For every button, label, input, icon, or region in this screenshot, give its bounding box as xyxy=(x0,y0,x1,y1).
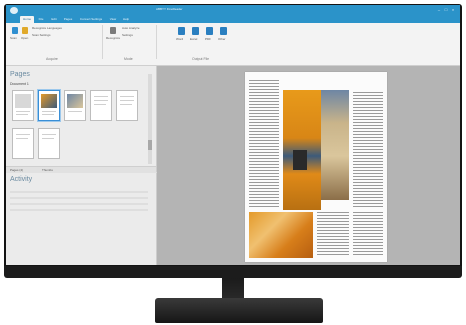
thumbnail-text-line xyxy=(42,111,56,112)
activity-panel: Activity xyxy=(6,173,157,265)
open-folder-icon[interactable] xyxy=(22,27,28,34)
thumbnail-text-line xyxy=(42,114,54,115)
thumbnail-text-line xyxy=(42,138,54,139)
scrollbar-thumb[interactable] xyxy=(148,140,152,150)
scan-icon[interactable] xyxy=(12,27,18,34)
title-bar: ABBYY FineReader – □ × xyxy=(6,5,460,15)
tab-file[interactable]: File xyxy=(35,16,47,23)
activity-row xyxy=(10,209,148,211)
page-photo-bedroom xyxy=(249,212,313,258)
output-pdf-button[interactable]: PDF xyxy=(205,37,211,41)
page-thumbnail[interactable] xyxy=(12,90,34,121)
app-logo-icon xyxy=(10,7,18,14)
open-button[interactable]: Open xyxy=(21,36,28,40)
output-excel-button[interactable]: Excel xyxy=(190,37,197,41)
pages-panel-title: Pages xyxy=(10,71,30,78)
document-label[interactable]: Document 1 xyxy=(10,82,29,86)
page-thumbnail[interactable] xyxy=(116,90,138,121)
monitor-stand-neck xyxy=(222,278,244,300)
ribbon: Scan Open Recognize Languages Scan Setti… xyxy=(6,23,460,66)
recognize-icon[interactable] xyxy=(110,27,116,34)
auto-analyze-button[interactable]: Auto Analyze xyxy=(122,26,140,30)
output-group-label: Output File xyxy=(192,57,210,61)
thumbnail-text-line xyxy=(120,104,132,105)
ribbon-separator xyxy=(102,25,103,59)
monitor-chin xyxy=(4,266,462,278)
thumbnail-text-line xyxy=(68,111,82,112)
pages-panel: Pages Document 1 Pages (4) Thumbs xyxy=(6,66,157,173)
text-column xyxy=(317,212,349,257)
recognize-languages-button[interactable]: Recognize Languages xyxy=(32,26,62,30)
mode-settings-button[interactable]: Settings xyxy=(122,33,133,37)
thumbnail-text-line xyxy=(94,100,108,101)
minimize-icon[interactable]: – xyxy=(436,7,442,12)
output-word-button[interactable]: Word xyxy=(176,37,183,41)
screen: ABBYY FineReader – □ × Home File Edit Pa… xyxy=(6,5,460,265)
thumbnail-text-line xyxy=(94,96,108,97)
excel-file-icon[interactable] xyxy=(192,27,199,35)
page-thumbnail[interactable] xyxy=(64,90,86,121)
thumbnail-text-line xyxy=(120,100,134,101)
thumbnail-text-line xyxy=(16,138,28,139)
ribbon-separator xyxy=(156,25,157,59)
ribbon-tabs: Home File Edit Pages Convert Settings Vi… xyxy=(6,15,460,23)
page-thumbnail-selected[interactable] xyxy=(38,90,60,121)
tab-home[interactable]: Home xyxy=(20,16,34,23)
photo-doorway xyxy=(293,150,307,170)
activity-row xyxy=(10,203,148,205)
tab-pages[interactable]: Pages xyxy=(61,16,75,23)
page-photo-orange-room xyxy=(283,90,321,210)
maximize-icon[interactable]: □ xyxy=(443,7,449,12)
thumbnail-image xyxy=(67,94,83,108)
monitor-stand-base xyxy=(155,298,323,323)
thumbnail-text-line xyxy=(94,104,106,105)
thumbnail-text-line xyxy=(16,111,30,112)
tab-convert-settings[interactable]: Convert Settings xyxy=(76,16,106,23)
recognize-button[interactable]: Recognize xyxy=(106,36,120,40)
text-column xyxy=(353,212,383,257)
close-icon[interactable]: × xyxy=(450,7,456,12)
thumbnail-text-line xyxy=(16,114,28,115)
text-column xyxy=(353,92,383,209)
other-file-icon[interactable] xyxy=(220,27,227,35)
acquire-group-label: Acquire xyxy=(46,57,58,61)
thumbnail-text-line xyxy=(42,134,56,135)
pages-scrollbar[interactable] xyxy=(148,74,152,164)
pdf-file-icon[interactable] xyxy=(206,27,213,35)
text-column xyxy=(249,80,279,209)
activity-panel-title: Activity xyxy=(10,176,33,183)
output-other-button[interactable]: Other xyxy=(218,37,226,41)
scan-settings-button[interactable]: Scan Settings xyxy=(32,33,51,37)
tab-help[interactable]: Help xyxy=(120,16,132,23)
thumbnail-text-line xyxy=(120,96,134,97)
activity-row xyxy=(10,197,148,199)
tab-edit[interactable]: Edit xyxy=(48,16,60,23)
page-thumbnail[interactable] xyxy=(12,128,34,159)
thumbnail-text-line xyxy=(16,134,30,135)
activity-row xyxy=(10,191,148,193)
thumbnail-image xyxy=(41,94,57,108)
pages-footer: Pages (4) Thumbs xyxy=(6,166,156,173)
document-view[interactable] xyxy=(157,66,460,265)
window-title: ABBYY FineReader xyxy=(156,7,183,11)
page-thumbnail[interactable] xyxy=(90,90,112,121)
word-file-icon[interactable] xyxy=(178,27,185,35)
page-thumbnail[interactable] xyxy=(38,128,60,159)
document-page[interactable] xyxy=(245,72,387,262)
tab-view[interactable]: View xyxy=(107,16,119,23)
mode-group-label: Mode xyxy=(124,57,133,61)
page-photo-interior xyxy=(321,90,349,200)
thumbnail-image xyxy=(15,94,31,108)
scan-button[interactable]: Scan xyxy=(10,36,17,40)
